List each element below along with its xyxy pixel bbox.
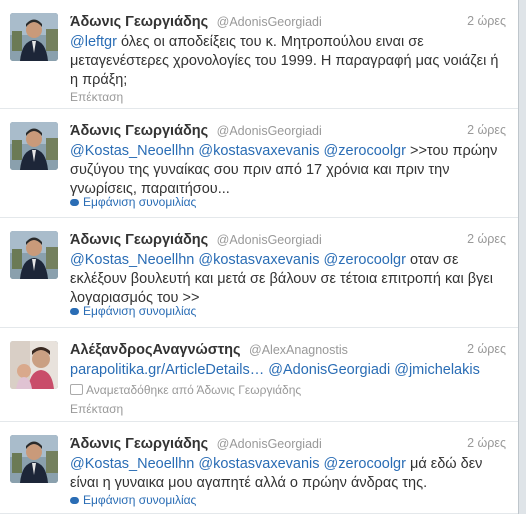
mention-link[interactable]: @Kostas_Neoellhn [70, 252, 194, 268]
tweet-text: parapolitika.gr/ArticleDetails… @AdonisG… [70, 361, 504, 380]
tweet-header: Άδωνις Γεωργιάδης @AdonisGeorgiadi 2 ώρε… [70, 435, 506, 453]
mention-link[interactable]: @AdonisGeorgiadi [268, 362, 390, 378]
expand-link[interactable]: Επέκταση [70, 402, 123, 416]
conversation-icon [70, 497, 79, 504]
conversation-icon [70, 199, 79, 206]
mention-link[interactable]: @kostasvaxevanis [198, 456, 319, 472]
mention-link[interactable]: @Kostas_Neoellhn [70, 456, 194, 472]
author-fullname[interactable]: Άδωνις Γεωργιάδης [70, 436, 208, 452]
tweet-text: @Kostas_Neoellhn @kostasvaxevanis @zeroc… [70, 251, 504, 308]
avatar[interactable] [10, 435, 58, 483]
expand-link[interactable]: Επέκταση [70, 90, 123, 104]
tweet-timestamp[interactable]: 2 ώρες [467, 232, 506, 246]
mention-link[interactable]: @zerocoolgr [324, 143, 406, 159]
avatar[interactable] [10, 122, 58, 170]
show-conversation-link[interactable]: Εμφάνιση συνομιλίας [70, 304, 196, 318]
show-conversation-link[interactable]: Εμφάνιση συνομιλίας [70, 493, 196, 507]
author-username[interactable]: @AlexAnagnostis [249, 343, 348, 357]
retweeted-by: Αναμεταδόθηκε από Άδωνις Γεωργιάδης [70, 383, 301, 397]
show-conversation-label: Εμφάνιση συνομιλίας [83, 304, 197, 318]
mention-link[interactable]: @zerocoolgr [324, 252, 406, 268]
avatar[interactable] [10, 341, 58, 389]
tweet-timestamp[interactable]: 2 ώρες [467, 123, 506, 137]
tweet-item[interactable]: Άδωνις Γεωργιάδης @AdonisGeorgiadi 2 ώρε… [0, 422, 518, 514]
author-fullname[interactable]: Άδωνις Γεωργιάδης [70, 123, 208, 139]
author-username[interactable]: @AdonisGeorgiadi [217, 437, 322, 451]
tweet-item[interactable]: Άδωνις Γεωργιάδης @AdonisGeorgiadi 2 ώρε… [0, 218, 518, 328]
mention-link[interactable]: @Kostas_Neoellhn [70, 143, 194, 159]
tweet-header: Άδωνις Γεωργιάδης @AdonisGeorgiadi 2 ώρε… [70, 231, 506, 249]
mention-link[interactable]: @leftgr [70, 34, 117, 50]
show-conversation-link[interactable]: Εμφάνιση συνομιλίας [70, 195, 196, 209]
author-username[interactable]: @AdonisGeorgiadi [217, 124, 322, 138]
author-fullname[interactable]: ΑλέξανδροςΑναγνώστης [70, 342, 241, 358]
mention-link[interactable]: @zerocoolgr [324, 456, 406, 472]
retweeted-by-label: Αναμεταδόθηκε από Άδωνις Γεωργιάδης [86, 383, 302, 397]
tweet-timestamp[interactable]: 2 ώρες [467, 436, 506, 450]
tweet-header: Άδωνις Γεωργιάδης @AdonisGeorgiadi 2 ώρε… [70, 122, 506, 140]
retweet-icon [70, 384, 83, 395]
tweet-timestamp[interactable]: 2 ώρες [467, 342, 506, 356]
show-conversation-label: Εμφάνιση συνομιλίας [83, 195, 197, 209]
tweet-timestamp[interactable]: 2 ώρες [467, 14, 506, 28]
tweet-text: @Kostas_Neoellhn @kostasvaxevanis @zeroc… [70, 142, 504, 199]
author-username[interactable]: @AdonisGeorgiadi [217, 233, 322, 247]
author-username[interactable]: @AdonisGeorgiadi [217, 15, 322, 29]
tweet-text: @leftgr όλες οι αποδείξεις του κ. Μητροπ… [70, 33, 504, 90]
mention-link[interactable]: @kostasvaxevanis [198, 143, 319, 159]
tweet-text: @Kostas_Neoellhn @kostasvaxevanis @zeroc… [70, 455, 504, 493]
tweet-timeline: Άδωνις Γεωργιάδης @AdonisGeorgiadi 2 ώρε… [0, 0, 519, 514]
article-link[interactable]: parapolitika.gr/ArticleDetails… [70, 362, 264, 378]
tweet-item[interactable]: Άδωνις Γεωργιάδης @AdonisGeorgiadi 2 ώρε… [0, 109, 518, 218]
tweet-body: όλες οι αποδείξεις του κ. Μητροπούλου ει… [70, 34, 499, 88]
tweet-header: ΑλέξανδροςΑναγνώστης @AlexAnagnostis 2 ώ… [70, 341, 506, 359]
scrollbar[interactable] [519, 0, 526, 514]
show-conversation-label: Εμφάνιση συνομιλίας [83, 493, 197, 507]
tweet-header: Άδωνις Γεωργιάδης @AdonisGeorgiadi 2 ώρε… [70, 13, 506, 31]
tweet-item[interactable]: ΑλέξανδροςΑναγνώστης @AlexAnagnostis 2 ώ… [0, 328, 518, 422]
conversation-icon [70, 308, 79, 315]
mention-link[interactable]: @jmichelakis [394, 362, 480, 378]
avatar[interactable] [10, 231, 58, 279]
tweet-item[interactable]: Άδωνις Γεωργιάδης @AdonisGeorgiadi 2 ώρε… [0, 0, 518, 109]
author-fullname[interactable]: Άδωνις Γεωργιάδης [70, 232, 208, 248]
avatar[interactable] [10, 13, 58, 61]
author-fullname[interactable]: Άδωνις Γεωργιάδης [70, 14, 208, 30]
mention-link[interactable]: @kostasvaxevanis [198, 252, 319, 268]
